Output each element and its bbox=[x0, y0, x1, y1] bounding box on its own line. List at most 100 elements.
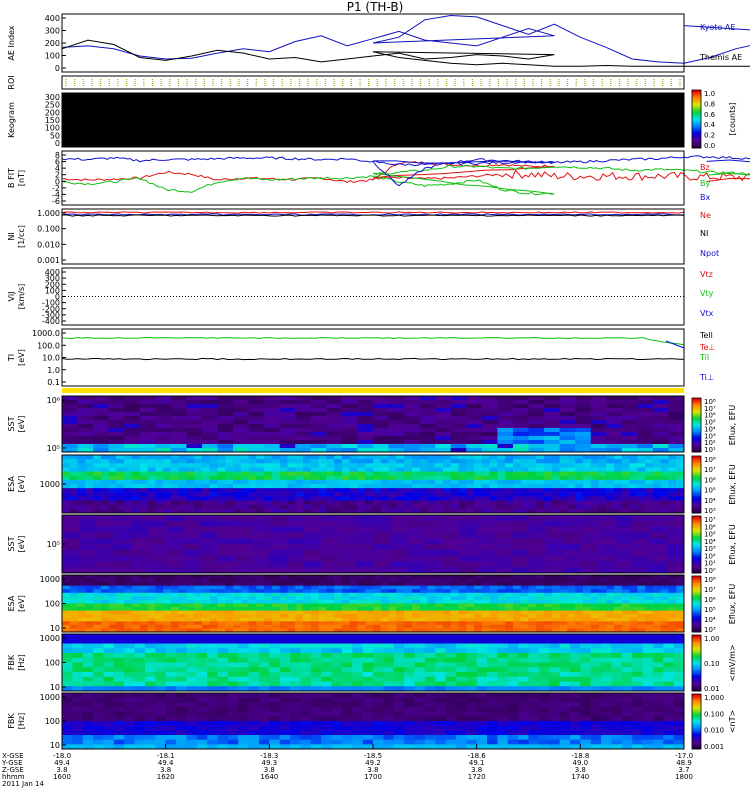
fbk_b-cell bbox=[290, 707, 301, 713]
esa_e-cell bbox=[606, 463, 615, 468]
esa_i-cell bbox=[139, 607, 148, 612]
sst_i-cell bbox=[424, 544, 443, 551]
fbk_b-cell bbox=[248, 730, 260, 736]
sst_e-cell bbox=[93, 412, 110, 417]
density-ytick-label: 0.100 bbox=[37, 225, 60, 234]
fbk_e-cell bbox=[435, 681, 446, 687]
esa_i-cell bbox=[668, 603, 677, 608]
sst_e-cell bbox=[155, 428, 172, 433]
esa_i-cell bbox=[248, 624, 257, 629]
esa_e-cell bbox=[248, 484, 257, 489]
esa_e-cell bbox=[170, 479, 180, 485]
sst_i-cell bbox=[286, 544, 305, 551]
sst_i-cell bbox=[528, 520, 547, 527]
sst_i-cell bbox=[200, 544, 218, 551]
esa_e-cell bbox=[279, 500, 288, 506]
fbk_b-cell bbox=[549, 697, 560, 703]
esa_e-cell bbox=[256, 496, 265, 501]
esa_e-cell bbox=[170, 455, 180, 460]
fbk_b-cell bbox=[290, 711, 301, 717]
esa_e-cell bbox=[614, 471, 623, 477]
sst_e-cell bbox=[217, 436, 234, 441]
esa_i-cell bbox=[155, 596, 164, 601]
fbk_b-cell bbox=[476, 711, 488, 717]
fbk_b-cell bbox=[82, 739, 94, 745]
sst_i-cell bbox=[632, 532, 650, 539]
esa_i-cell bbox=[528, 596, 537, 601]
esa_i-cell bbox=[536, 578, 545, 583]
sst_e-cell bbox=[606, 432, 623, 437]
esa_i-cell bbox=[419, 614, 428, 619]
sst_e-cell bbox=[373, 412, 389, 417]
esa_e-cell bbox=[458, 471, 467, 477]
esa_i-cell bbox=[287, 610, 296, 615]
esa_i-cell bbox=[357, 607, 366, 612]
esa_e-cell bbox=[100, 479, 110, 485]
esa_i-cell bbox=[373, 603, 382, 608]
sst_i-cell bbox=[131, 555, 149, 562]
esa_e-cell bbox=[209, 463, 218, 468]
esa_e-cell bbox=[442, 475, 452, 481]
esa_i-cell bbox=[186, 614, 195, 619]
esa_e-cell bbox=[131, 471, 141, 477]
esa_i-cell bbox=[124, 589, 133, 594]
esa_e-cell bbox=[629, 475, 638, 481]
esa_e-cell bbox=[334, 455, 343, 460]
fbk_b-cell bbox=[62, 707, 73, 713]
esa_e-cell bbox=[178, 475, 187, 481]
fbk_e-cell bbox=[414, 643, 426, 649]
fbk_b-cell bbox=[487, 693, 498, 699]
sst_i-cell bbox=[614, 549, 633, 556]
esa_i-cell bbox=[474, 610, 483, 615]
esa_i-cell bbox=[139, 621, 148, 626]
esa_i-cell bbox=[419, 610, 428, 615]
esa_e-cell bbox=[318, 463, 327, 468]
esa_i-cell bbox=[497, 614, 506, 619]
esa_i-cell bbox=[442, 624, 452, 629]
esa_e-cell bbox=[178, 459, 187, 464]
esa_i-cell bbox=[380, 596, 389, 601]
sst_e-cell bbox=[575, 436, 592, 441]
fbk_e-cell bbox=[642, 657, 654, 663]
sst_e-cell bbox=[139, 444, 156, 449]
esa_i-cell bbox=[303, 603, 312, 608]
sst_i-cell bbox=[321, 538, 339, 545]
esa_i-cell bbox=[170, 624, 180, 629]
esa_i-cell bbox=[318, 575, 327, 579]
sst_i-cell bbox=[148, 515, 167, 522]
fbk_b-cell bbox=[455, 697, 467, 703]
sst_e-cell bbox=[108, 416, 125, 421]
esa_e-cell bbox=[116, 488, 125, 493]
esa_i-cell bbox=[108, 624, 117, 629]
esa_e-cell bbox=[660, 455, 669, 460]
esa_i-cell bbox=[450, 607, 459, 612]
esa_e-cell bbox=[512, 488, 522, 493]
esa_i-cell bbox=[411, 624, 421, 629]
sst_e-cell bbox=[559, 412, 576, 417]
fbk_b-cell bbox=[383, 697, 395, 703]
sst_e-cell bbox=[295, 396, 312, 401]
fbk_e-cell bbox=[538, 643, 550, 649]
sst_e-cell bbox=[512, 428, 529, 433]
esa_i-cell bbox=[551, 589, 561, 594]
fbk_b-cell bbox=[393, 730, 405, 736]
sst_e-cell bbox=[295, 408, 312, 413]
esa_i-cell bbox=[614, 603, 623, 608]
fbk_b-cell bbox=[580, 693, 592, 699]
esa_i-cell bbox=[279, 607, 288, 612]
fbk_b-cell bbox=[186, 730, 198, 736]
esa_e-cell bbox=[419, 488, 428, 493]
esa_i-cell bbox=[505, 575, 514, 579]
fbk_b-cell bbox=[549, 739, 560, 745]
fbk_e-cell bbox=[82, 662, 94, 668]
fbk_e-cell bbox=[383, 653, 395, 659]
sst_e-cell bbox=[652, 416, 669, 421]
esa_i-cell bbox=[544, 614, 553, 619]
esa_e-cell bbox=[310, 504, 319, 510]
esa_i-cell bbox=[279, 621, 288, 626]
esa_i-cell bbox=[621, 621, 630, 626]
esa_i-cell bbox=[334, 607, 343, 612]
sst_i-cell bbox=[632, 538, 650, 545]
temperature-ytick-label: 0.1 bbox=[47, 378, 60, 387]
fbk_b-cell bbox=[362, 716, 374, 722]
